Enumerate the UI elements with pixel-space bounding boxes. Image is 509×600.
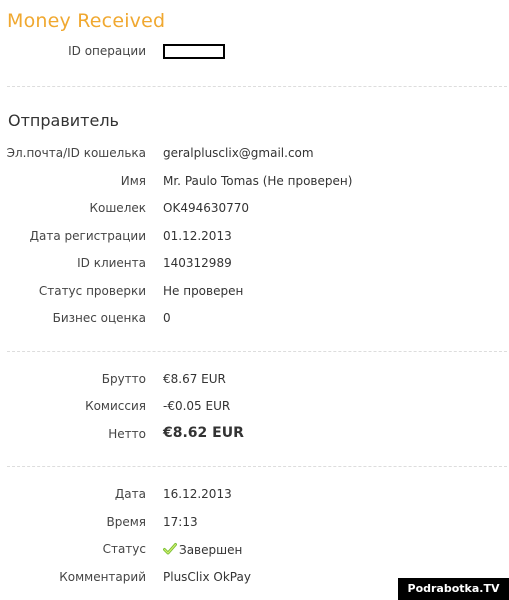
date-label: Дата (114, 487, 146, 501)
sender-name-row: Имя Mr. Paulo Tomas (Не проверен) (0, 174, 509, 194)
sender-section-title: Отправитель (8, 111, 119, 130)
status-value-wrap: Завершен (163, 542, 242, 557)
comment-value: PlusClix OkPay (163, 570, 251, 584)
sender-business-rating-row: Бизнес оценка 0 (0, 311, 509, 331)
sender-wallet-row: Кошелек OK494630770 (0, 201, 509, 221)
field-label: Кошелек (89, 201, 146, 215)
time-row: Время 17:13 (0, 515, 509, 535)
status-label: Статус (102, 542, 146, 556)
fee-label: Комиссия (85, 399, 146, 413)
sender-email-row: Эл.почта/ID кошелька geralplusclix@gmail… (0, 146, 509, 166)
gross-label: Брутто (101, 372, 146, 386)
field-label: Дата регистрации (29, 229, 146, 243)
field-value: geralplusclix@gmail.com (163, 146, 314, 160)
time-label: Время (106, 515, 146, 529)
redacted-box (163, 44, 225, 59)
field-value: OK494630770 (163, 201, 250, 215)
field-label: Статус проверки (38, 284, 146, 298)
fee-row: Комиссия -€0.05 EUR (0, 399, 509, 419)
sender-regdate-row: Дата регистрации 01.12.2013 (0, 229, 509, 249)
field-value: 140312989 (163, 256, 232, 270)
status-value: Завершен (179, 543, 243, 557)
field-value: Не проверен (163, 284, 244, 298)
date-row: Дата 16.12.2013 (0, 487, 509, 507)
field-value: 0 (163, 311, 171, 325)
divider (7, 351, 507, 352)
divider (7, 86, 507, 87)
gross-row: Брутто €8.67 EUR (0, 372, 509, 392)
net-label: Нетто (108, 427, 146, 441)
comment-label: Комментарий (59, 570, 146, 584)
field-label: Имя (120, 174, 146, 188)
net-value: €8.62 EUR (163, 425, 244, 441)
page-title: Money Received (7, 10, 166, 32)
status-row: Статус Завершен (0, 542, 509, 562)
time-value: 17:13 (163, 515, 198, 529)
operation-id-label: ID операции (68, 44, 146, 58)
fee-value: -€0.05 EUR (163, 399, 231, 413)
field-value: 01.12.2013 (163, 229, 232, 243)
field-label: ID клиента (77, 256, 146, 270)
date-value: 16.12.2013 (163, 487, 232, 501)
field-value: Mr. Paulo Tomas (Не проверен) (163, 174, 353, 188)
divider (7, 466, 507, 467)
gross-value: €8.67 EUR (163, 372, 226, 386)
field-label: Бизнес оценка (52, 311, 146, 325)
check-icon (163, 543, 177, 555)
operation-id-row: ID операции (0, 44, 509, 64)
net-row: Нетто €8.62 EUR (0, 425, 509, 447)
operation-id-value (163, 44, 225, 59)
sender-client-id-row: ID клиента 140312989 (0, 256, 509, 276)
sender-verification-row: Статус проверки Не проверен (0, 284, 509, 304)
watermark-logo: Podrabotka.TV (398, 578, 509, 600)
field-label: Эл.почта/ID кошелька (6, 146, 146, 160)
